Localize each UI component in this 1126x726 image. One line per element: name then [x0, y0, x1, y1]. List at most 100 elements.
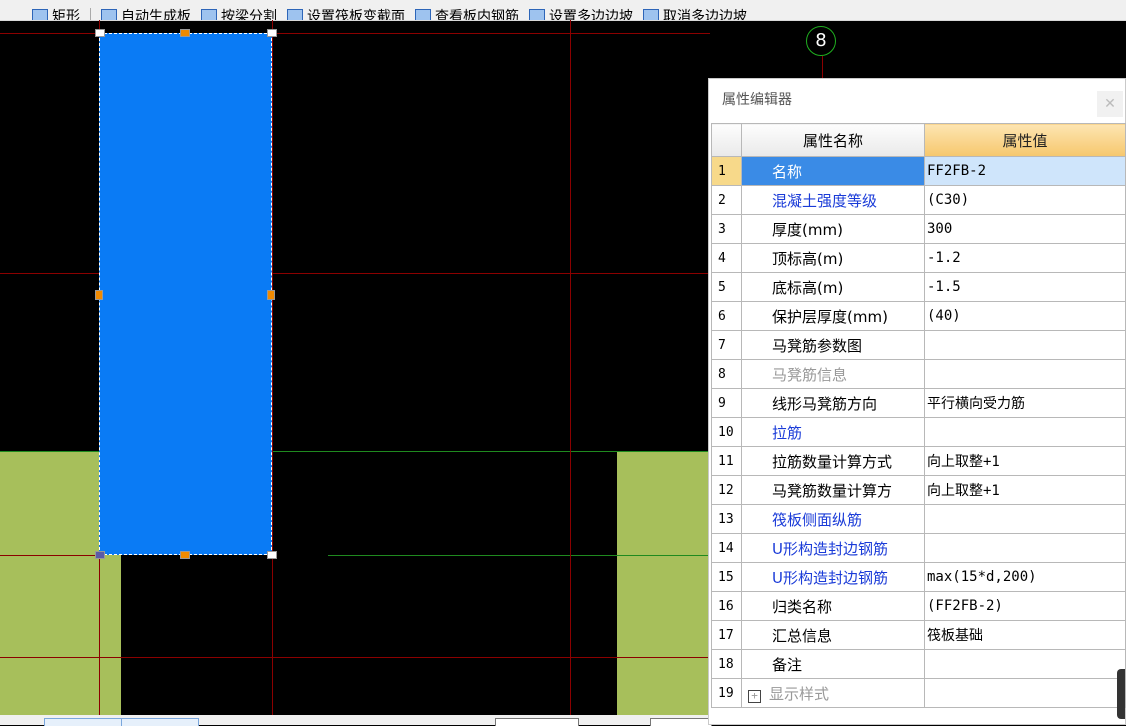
property-name-cell[interactable]: 线形马凳筋方向 [741, 388, 925, 418]
property-value-header: 属性值 [924, 123, 1126, 157]
property-value-cell[interactable] [924, 417, 1126, 447]
property-value-cell[interactable]: max(15*d,200) [924, 562, 1126, 592]
property-row[interactable]: 10 拉筋 [711, 417, 1126, 447]
property-name-cell[interactable]: 汇总信息 [741, 620, 925, 650]
property-name: 底标高(m) [772, 278, 844, 297]
grid-line-h [0, 555, 100, 556]
row-index-header [711, 123, 742, 157]
property-name-cell[interactable]: 归类名称 [741, 591, 925, 621]
property-value-cell[interactable] [924, 678, 1126, 708]
property-name-cell[interactable]: U形构造封边钢筋 [741, 533, 925, 563]
property-row[interactable]: 16 归类名称 (FF2FB-2) [711, 591, 1126, 621]
row-index: 8 [711, 359, 742, 389]
scrollbar-thumb[interactable] [1117, 669, 1125, 719]
grip-handle[interactable] [267, 290, 275, 300]
property-row[interactable]: 17 汇总信息 筏板基础 [711, 620, 1126, 650]
property-value-cell[interactable] [924, 533, 1126, 563]
property-name-cell[interactable]: 混凝土强度等级 [741, 185, 925, 215]
row-index: 14 [711, 533, 742, 563]
toolbar-button[interactable]: 设置多边边坡 [529, 6, 633, 20]
row-index: 4 [711, 243, 742, 273]
row-index: 16 [711, 591, 742, 621]
selected-raft-slab[interactable] [99, 33, 272, 555]
property-name-cell[interactable]: 备注 [741, 649, 925, 679]
property-name-cell[interactable]: 马凳筋数量计算方 [741, 475, 925, 505]
property-name: 线形马凳筋方向 [772, 394, 878, 413]
property-row[interactable]: 7 马凳筋参数图 [711, 330, 1126, 360]
property-name-cell[interactable]: 底标高(m) [741, 272, 925, 302]
property-name: 保护层厚度(mm) [772, 307, 888, 326]
property-value-cell[interactable] [924, 649, 1126, 679]
property-name-cell[interactable]: 拉筋数量计算方式 [741, 446, 925, 476]
toolbar-button[interactable]: 查看板内钢筋 [415, 6, 519, 20]
grid-line-v [272, 20, 273, 725]
property-value-cell[interactable]: FF2FB-2 [924, 156, 1126, 186]
property-value-cell[interactable]: (C30) [924, 185, 1126, 215]
property-row[interactable]: 13 筏板侧面纵筋 [711, 504, 1126, 534]
row-index: 12 [711, 475, 742, 505]
property-name-cell[interactable]: + 显示样式 [741, 678, 925, 708]
property-value-cell[interactable] [924, 330, 1126, 360]
property-name-cell[interactable]: 拉筋 [741, 417, 925, 447]
grip-handle[interactable] [95, 29, 105, 37]
property-row[interactable]: 6 保护层厚度(mm) (40) [711, 301, 1126, 331]
property-row[interactable]: 3 厚度(mm) 300 [711, 214, 1126, 244]
property-row[interactable]: 1 名称 FF2FB-2 [711, 156, 1126, 186]
property-value-cell[interactable]: -1.5 [924, 272, 1126, 302]
bottom-status-bar [0, 715, 712, 726]
grid-line-v [822, 56, 823, 78]
property-name-cell[interactable]: 名称 [741, 156, 925, 186]
toolbar-button[interactable]: 取消多边边坡 [643, 6, 747, 20]
property-name: 拉筋 [772, 423, 803, 442]
grip-handle[interactable] [95, 551, 105, 559]
grip-handle[interactable] [180, 29, 190, 37]
property-row[interactable]: 9 线形马凳筋方向 平行横向受力筋 [711, 388, 1126, 418]
property-row[interactable]: 4 顶标高(m) -1.2 [711, 243, 1126, 273]
foundation-block-right[interactable] [617, 451, 709, 725]
grip-handle[interactable] [267, 551, 277, 559]
grip-handle[interactable] [95, 290, 103, 300]
property-row[interactable]: 15 U形构造封边钢筋 max(15*d,200) [711, 562, 1126, 592]
row-index: 5 [711, 272, 742, 302]
property-row[interactable]: 14 U形构造封边钢筋 [711, 533, 1126, 563]
property-name-cell[interactable]: 厚度(mm) [741, 214, 925, 244]
property-value-cell[interactable] [924, 359, 1126, 389]
property-value-cell[interactable]: 300 [924, 214, 1126, 244]
property-value-cell[interactable]: -1.2 [924, 243, 1126, 273]
property-row[interactable]: 8 马凳筋信息 [711, 359, 1126, 389]
property-value-cell[interactable] [924, 504, 1126, 534]
toolbar-button[interactable]: 设置筏板变截面 [287, 6, 405, 20]
expand-icon[interactable]: + [748, 689, 761, 703]
property-row[interactable]: 5 底标高(m) -1.5 [711, 272, 1126, 302]
toolbar-button[interactable]: 自动生成板 [101, 6, 191, 20]
grid-line-v [570, 20, 571, 725]
row-index: 6 [711, 301, 742, 331]
property-value-cell[interactable]: (FF2FB-2) [924, 591, 1126, 621]
toolbar-button[interactable]: 矩形 [32, 6, 80, 20]
property-row[interactable]: 12 马凳筋数量计算方 向上取整+1 [711, 475, 1126, 505]
property-name-cell[interactable]: 马凳筋参数图 [741, 330, 925, 360]
grip-handle[interactable] [267, 29, 277, 37]
row-index: 9 [711, 388, 742, 418]
property-name-cell[interactable]: 马凳筋信息 [741, 359, 925, 389]
property-name-cell[interactable]: 保护层厚度(mm) [741, 301, 925, 331]
property-name-cell[interactable]: U形构造封边钢筋 [741, 562, 925, 592]
property-name: 马凳筋参数图 [772, 336, 863, 355]
property-row[interactable]: 18 备注 [711, 649, 1126, 679]
panel-title: 属性编辑器 [722, 92, 792, 108]
close-icon[interactable]: ✕ [1097, 91, 1123, 117]
property-value-cell[interactable]: 筏板基础 [924, 620, 1126, 650]
property-value-cell[interactable]: 向上取整+1 [924, 475, 1126, 505]
property-name: 备注 [772, 655, 803, 674]
grip-handle[interactable] [180, 551, 190, 559]
property-value-cell[interactable]: 向上取整+1 [924, 446, 1126, 476]
property-name-cell[interactable]: 顶标高(m) [741, 243, 925, 273]
property-row[interactable]: 19 + 显示样式 [711, 678, 1126, 708]
toolbar-button[interactable]: 按梁分割 [201, 6, 277, 20]
property-value-cell[interactable]: 平行横向受力筋 [924, 388, 1126, 418]
property-row[interactable]: 11 拉筋数量计算方式 向上取整+1 [711, 446, 1126, 476]
property-row[interactable]: 2 混凝土强度等级 (C30) [711, 185, 1126, 215]
property-value-cell[interactable]: (40) [924, 301, 1126, 331]
row-index: 1 [711, 156, 742, 186]
property-name-cell[interactable]: 筏板侧面纵筋 [741, 504, 925, 534]
